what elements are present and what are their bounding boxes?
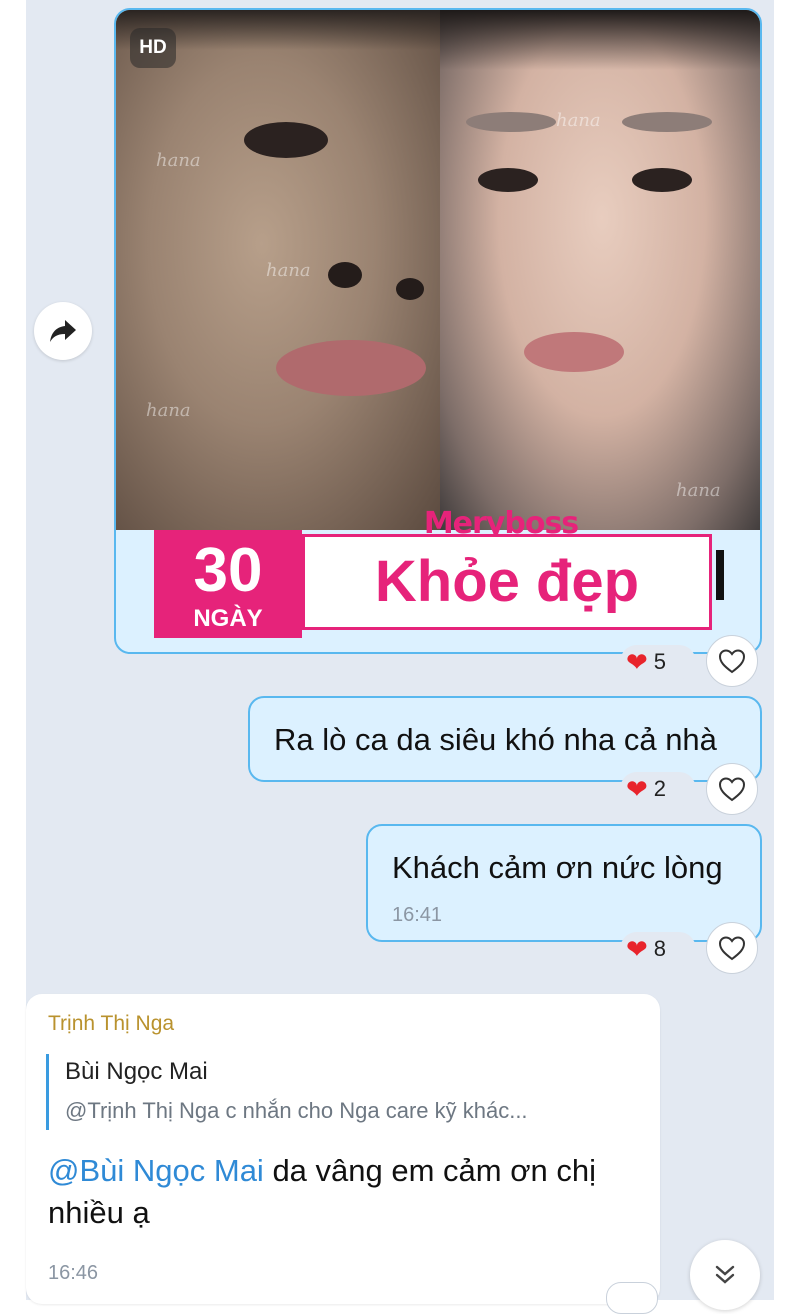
quote-text: @Trịnh Thị Nga c nhắn cho Nga care kỹ kh… [65,1098,528,1123]
reaction-count: 2 [653,776,667,801]
days-badge: 30 NGÀY [154,530,302,638]
reaction-button[interactable] [606,1282,658,1314]
forward-button[interactable] [34,302,92,360]
days-unit: NGÀY [193,605,263,632]
reaction-count: 8 [653,936,667,961]
watermark: hana [266,260,311,281]
days-number: 30 [193,536,263,605]
heart-outline-icon [718,936,746,961]
image-message[interactable]: hana hana hana hana hana HD Meryboss 30 … [114,8,762,654]
quoted-message[interactable]: Bùi Ngọc Mai @Trịnh Thị Nga c nhắn cho N… [46,1054,636,1130]
watermark: hana [556,110,601,131]
message-text: Khách cảm ơn nức lòng [392,850,723,885]
right-brow-1 [466,112,556,132]
reaction-count: 5 [653,649,667,674]
sent-message[interactable]: Ra lò ca da siêu khó nha cả nhà [248,696,762,782]
left-eye [244,122,328,158]
quote-author: Bùi Ngọc Mai [65,1058,208,1085]
watermark: hana [146,400,191,421]
heart-outline-icon [718,649,746,674]
left-nostril [328,262,362,288]
right-brow-2 [622,112,712,132]
promo-banner: 30 NGÀY Khỏe đẹp [154,530,716,638]
hd-badge: HD [130,28,176,68]
like-button[interactable] [706,922,758,974]
right-lips [524,332,624,372]
sender-name[interactable]: Trịnh Thị Nga [48,1012,174,1036]
like-button[interactable] [706,763,758,815]
banner-edge [716,550,724,600]
left-nostril-2 [396,278,424,300]
reaction-summary[interactable]: ❤ 8 [620,932,696,966]
mention-link[interactable]: @Bùi Ngọc Mai [48,1153,264,1188]
reaction-summary[interactable]: ❤ 2 [620,772,696,806]
left-lips [276,340,426,396]
heart-outline-icon [718,777,746,802]
message-time: 16:41 [392,904,443,926]
red-heart-icon: ❤ [626,934,648,964]
hair-shade-right [440,10,760,70]
received-message[interactable]: Trịnh Thị Nga Bùi Ngọc Mai @Trịnh Thị Ng… [26,994,660,1304]
message-text: Ra lò ca da siêu khó nha cả nhà [274,722,717,757]
watermark: hana [156,150,201,171]
double-chevron-down-icon [715,1265,735,1284]
right-eye-1 [478,168,538,192]
reaction-summary[interactable]: ❤ 5 [620,645,696,679]
watermark: hana [676,480,721,501]
red-heart-icon: ❤ [626,774,648,804]
banner-headline: Khỏe đẹp [302,534,712,630]
right-eye-2 [632,168,692,192]
after-photo [440,10,760,530]
red-heart-icon: ❤ [626,647,648,677]
before-after-photo[interactable]: hana hana hana hana hana HD [116,10,760,530]
forward-arrow-icon [50,320,76,342]
message-time: 16:46 [48,1262,99,1284]
like-button[interactable] [706,635,758,687]
reply-text: @Bùi Ngọc Mai da vâng em cảm ơn chị nhiề… [48,1150,638,1234]
sent-message[interactable]: Khách cảm ơn nức lòng 16:41 [366,824,762,942]
